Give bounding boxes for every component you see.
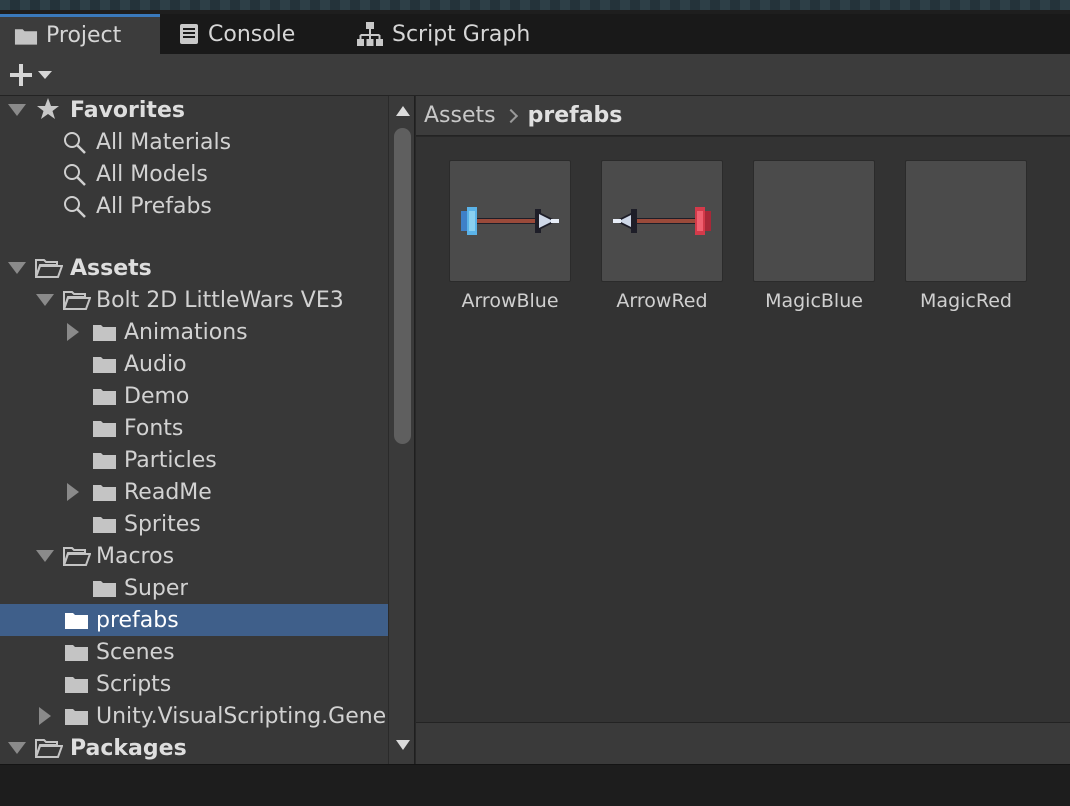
asset-label: ArrowBlue [461, 290, 559, 312]
console-icon [180, 24, 198, 44]
tab-console[interactable]: Console [178, 14, 295, 54]
tree-item-demo[interactable]: Demo [0, 380, 388, 412]
breadcrumb: Assets prefabs [416, 96, 1070, 136]
tree-item-fonts[interactable]: Fonts [0, 412, 388, 444]
tree-item-particles[interactable]: Particles [0, 444, 388, 476]
tab-project[interactable]: Project [0, 14, 160, 54]
tree-scrollbar[interactable] [388, 96, 415, 764]
asset-label: MagicRed [920, 290, 1012, 312]
breadcrumb-assets[interactable]: Assets [424, 103, 496, 128]
folder-icon [92, 386, 117, 406]
folder-icon [92, 322, 117, 342]
expand-arrow-icon[interactable] [36, 294, 54, 306]
asset-item-arrowblue[interactable]: ArrowBlue [449, 160, 573, 312]
asset-thumbnail [449, 160, 571, 282]
folder-icon [92, 418, 117, 438]
bottom-panel [0, 764, 1070, 806]
asset-item-magicred[interactable]: MagicRed [905, 160, 1029, 312]
search-icon [63, 131, 87, 155]
asset-item-arrowred[interactable]: ArrowRed [601, 160, 725, 312]
tree-item-super[interactable]: Super [0, 572, 388, 604]
tree-item-assets[interactable]: Assets [0, 252, 388, 284]
asset-thumbnail [905, 160, 1027, 282]
tree-item-unity-visualscripting-generated[interactable]: Unity.VisualScripting.Generated [0, 700, 388, 732]
tree-item-prefabs[interactable]: prefabs [0, 604, 388, 636]
tree-item-readme[interactable]: ReadMe [0, 476, 388, 508]
tab-script-graph[interactable]: Script Graph [356, 14, 530, 54]
folder-icon [92, 578, 117, 598]
scroll-down-icon[interactable] [396, 740, 410, 750]
folder-icon [64, 674, 89, 694]
asset-thumbnail [601, 160, 723, 282]
tab-label: Console [208, 21, 296, 47]
chevron-right-icon [503, 108, 518, 123]
tree-item-bolt[interactable]: Bolt 2D LittleWars VE3 [0, 284, 388, 316]
folder-icon [92, 482, 117, 502]
tree-item-sprites[interactable]: Sprites [0, 508, 388, 540]
project-toolbar [0, 54, 1070, 96]
search-icon [63, 163, 87, 187]
expand-arrow-icon[interactable] [39, 707, 51, 725]
folder-open-icon [63, 290, 91, 310]
plus-icon [8, 62, 34, 88]
folder-icon [64, 706, 89, 726]
tree-item-all-prefabs[interactable]: All Prefabs [0, 190, 388, 222]
folder-open-icon [35, 738, 63, 758]
tab-label: Script Graph [392, 21, 531, 47]
expand-arrow-icon[interactable] [8, 262, 26, 274]
asset-status-bar [416, 722, 1070, 764]
asset-label: MagicBlue [765, 290, 863, 312]
tree-item-packages[interactable]: Packages [0, 732, 388, 764]
expand-arrow-icon[interactable] [8, 742, 26, 754]
tree-item-macros[interactable]: Macros [0, 540, 388, 572]
expand-arrow-icon[interactable] [67, 483, 79, 501]
expand-arrow-icon[interactable] [67, 323, 79, 341]
folder-open-icon [35, 258, 63, 278]
search-icon [63, 195, 87, 219]
tree-item-scripts[interactable]: Scripts [0, 668, 388, 700]
asset-thumbnail [753, 160, 875, 282]
graph-icon [357, 22, 383, 46]
expand-arrow-icon[interactable] [36, 550, 54, 562]
scrollbar-thumb[interactable] [394, 128, 411, 444]
folder-icon [92, 450, 117, 470]
tab-label: Project [46, 23, 122, 48]
window-top-strip [0, 0, 1070, 14]
tab-bar: Project Console Script Graph [0, 14, 1070, 54]
chevron-down-icon [38, 71, 52, 79]
tree-item-all-materials[interactable]: All Materials [0, 126, 388, 158]
folder-icon [92, 514, 117, 534]
folder-icon [64, 642, 89, 662]
folder-icon [14, 26, 38, 46]
tree-item-audio[interactable]: Audio [0, 348, 388, 380]
arrow-blue-icon [461, 207, 559, 235]
folder-open-icon [63, 546, 91, 566]
tree-item-scenes[interactable]: Scenes [0, 636, 388, 668]
tree-item-animations[interactable]: Animations [0, 316, 388, 348]
asset-label: ArrowRed [616, 290, 708, 312]
tree-item-favorites[interactable]: Favorites [0, 96, 388, 126]
folder-tree: Favorites All Materials All Models All P… [0, 96, 388, 764]
folder-icon [64, 610, 89, 630]
expand-arrow-icon[interactable] [8, 104, 26, 116]
folder-icon [92, 354, 117, 374]
star-icon [36, 97, 60, 121]
breadcrumb-prefabs[interactable]: prefabs [528, 103, 623, 128]
tree-item-all-models[interactable]: All Models [0, 158, 388, 190]
asset-grid: ArrowBlue ArrowRed MagicBlue MagicRed [416, 137, 1070, 722]
create-dropdown-button[interactable] [8, 60, 68, 90]
scroll-up-icon[interactable] [396, 106, 410, 116]
asset-item-magicblue[interactable]: MagicBlue [753, 160, 877, 312]
arrow-red-icon [613, 207, 711, 235]
